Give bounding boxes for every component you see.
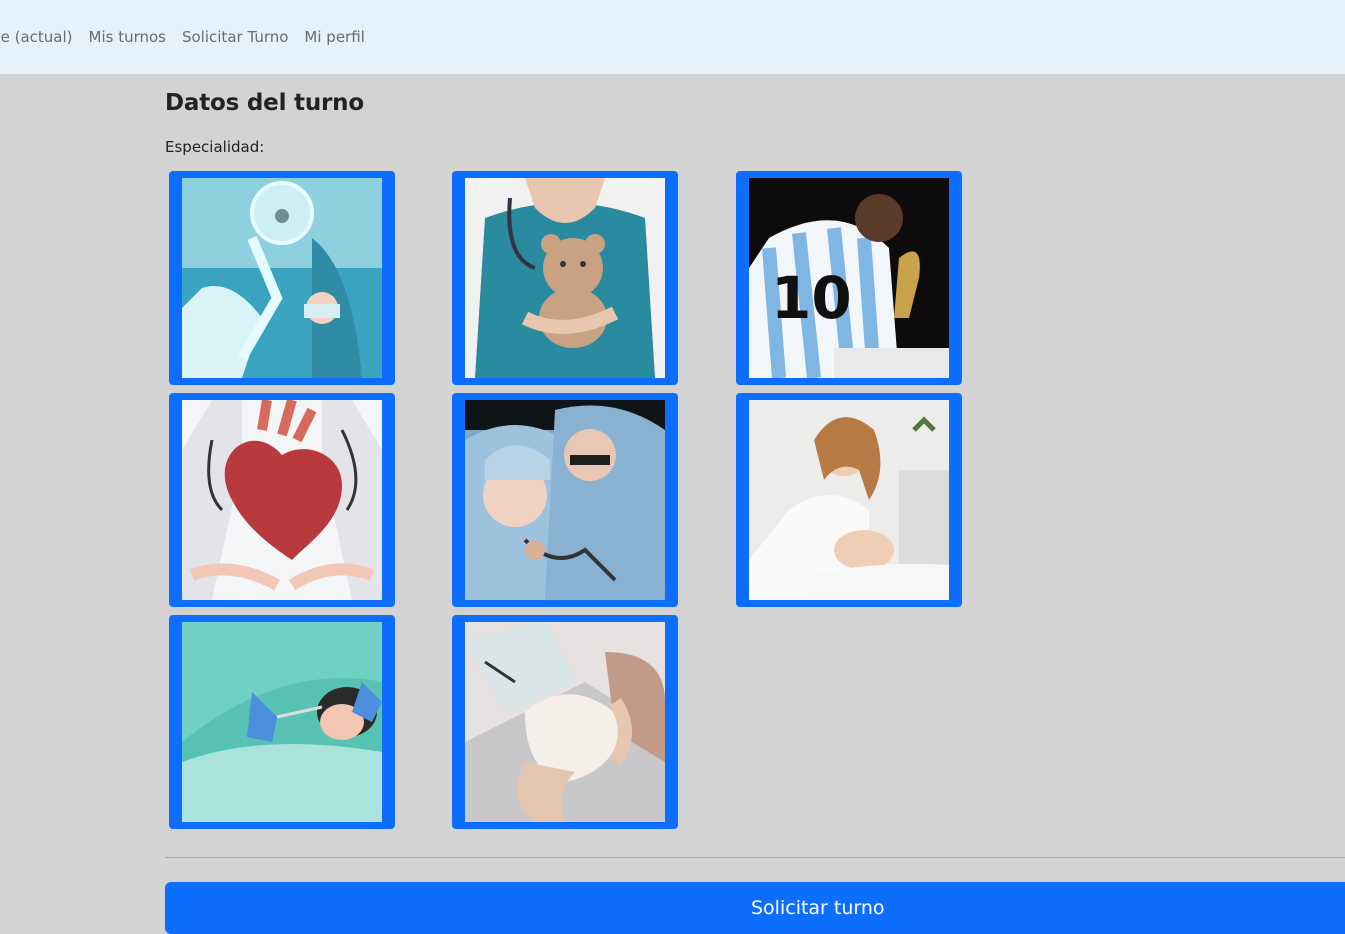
specialty-card-dentistry[interactable]	[169, 615, 395, 829]
cardiology-heart-image	[182, 400, 382, 600]
dermatology-facial-image	[749, 400, 949, 600]
pediatric-doctor-teddy-image	[465, 178, 665, 378]
specialty-card-physiotherapy[interactable]	[452, 615, 678, 829]
anesthesia-mask-image	[182, 178, 382, 378]
knee-bandage-image	[465, 622, 665, 822]
nav-links: me (actual) Mis turnos Solicitar Turno M…	[0, 28, 365, 46]
nav-my-appointments-link[interactable]: Mis turnos	[89, 28, 166, 46]
specialty-card-dermatology[interactable]	[736, 393, 962, 607]
dentistry-image	[182, 622, 382, 822]
top-navbar: me (actual) Mis turnos Solicitar Turno M…	[0, 0, 1345, 74]
specialty-card-surgery[interactable]	[452, 393, 678, 607]
svg-text:10: 10	[771, 264, 852, 332]
submit-appointment-button[interactable]: Solicitar turno	[165, 882, 1345, 934]
nav-profile-link[interactable]: Mi perfil	[304, 28, 364, 46]
page-title: Datos del turno	[165, 90, 364, 116]
specialty-card-cardiology[interactable]	[169, 393, 395, 607]
specialty-card-anesthesia[interactable]	[169, 171, 395, 385]
nav-request-appointment-link[interactable]: Solicitar Turno	[182, 28, 288, 46]
specialty-card-sports[interactable]: 10	[736, 171, 962, 385]
soccer-player-trophy-image: 10	[749, 178, 949, 378]
divider	[165, 857, 1345, 858]
specialty-label: Especialidad:	[165, 138, 265, 156]
specialty-card-pediatrics[interactable]	[452, 171, 678, 385]
nav-home-link[interactable]: me (actual)	[0, 28, 73, 46]
surgery-team-image	[465, 400, 665, 600]
